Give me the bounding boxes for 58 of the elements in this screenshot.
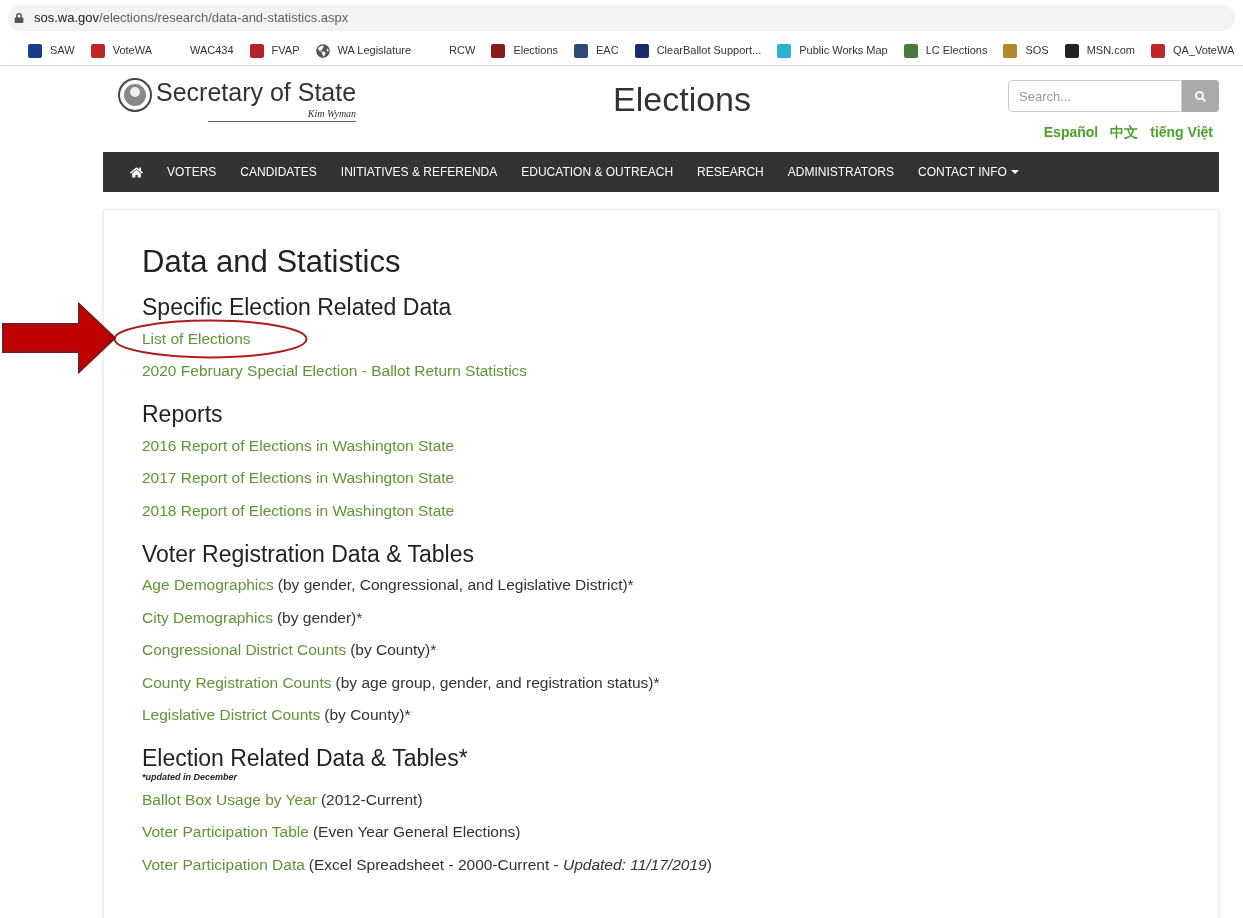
lock-icon (14, 13, 24, 23)
bookmark[interactable]: WA Legislature (315, 42, 412, 59)
section-heading: Voter Registration Data & Tables (142, 539, 475, 569)
home-icon[interactable] (130, 165, 143, 179)
data-link[interactable]: 2016 Report of Elections in Washington State (142, 433, 455, 457)
bookmark[interactable]: RCW (427, 42, 476, 59)
address-bar[interactable]: sos.wa.gov/elections/research/data-and-statistics.aspx (8, 5, 1235, 31)
link-description: (by gender, Congressional, and Legislative District)* (277, 575, 634, 596)
bookmark[interactable]: SOS (1003, 42, 1049, 59)
link-description: (by County)* (324, 705, 411, 726)
data-link[interactable]: Voter Participation Data (142, 852, 305, 876)
signature-text: Kim Wyman (207, 106, 357, 122)
data-link[interactable]: County Registration Counts (142, 670, 332, 694)
bookmark[interactable]: Public Works Map (777, 42, 888, 59)
data-link[interactable]: City Demographics (142, 605, 273, 629)
search-field[interactable]: Search... (1008, 80, 1182, 112)
seal-icon (118, 78, 152, 112)
section-heading: Election Related Data & Tables* (142, 744, 469, 773)
page-title: Data and Statistics (142, 243, 402, 281)
link-description: (Even Year General Elections) (312, 822, 521, 843)
bookmark[interactable]: EAC (574, 42, 619, 59)
link-description: (by County)* (350, 640, 437, 661)
bookmark[interactable]: ClearBallot Support... (634, 42, 762, 59)
nav-link[interactable]: EDUCATION & OUTREACH (521, 163, 674, 181)
nav-link[interactable]: INITIATIVES & REFERENDA (340, 163, 498, 181)
link-description: (by gender)* (276, 607, 363, 628)
bookmark[interactable]: MSN.com (1064, 42, 1135, 59)
data-link[interactable]: 2017 Report of Elections in Washington State (142, 466, 455, 490)
bookmark[interactable]: LC Elections (903, 42, 988, 59)
nav-link[interactable]: CANDIDATES (240, 163, 317, 181)
site-title: Elections (613, 79, 752, 120)
note-text: *updated in December (142, 771, 239, 783)
nav-link[interactable]: RESEARCH (697, 163, 764, 181)
url-text: sos.wa.gov/elections/research/data-and-statistics.aspx (34, 9, 349, 28)
data-link[interactable]: Legislative District Counts (142, 703, 321, 727)
bookmark[interactable]: SAW (28, 42, 75, 59)
section-heading: Specific Election Related Data (142, 293, 453, 322)
nav-link[interactable]: VOTERS (167, 163, 217, 181)
bookmark[interactable]: QA_VoteWA (1150, 42, 1235, 59)
data-link[interactable]: 2018 Report of Elections in Washington State (142, 498, 455, 522)
link-description: (Excel Spreadsheet - 2000-Current - Updated: 11/17/2019) (308, 854, 712, 875)
data-link[interactable]: Voter Participation Table (142, 820, 309, 844)
link-description: (2012-Current) (320, 789, 423, 810)
data-link[interactable]: Congressional District Counts (142, 638, 347, 662)
section-heading: Reports (142, 400, 224, 429)
data-link[interactable]: Age Demographics (142, 573, 274, 597)
data-link[interactable]: 2020 February Special Election - Ballot Return Statistics (142, 359, 528, 383)
link-description: (by age group, gender, and registration status)* (335, 672, 660, 693)
data-link[interactable]: Ballot Box Usage by Year (142, 787, 317, 811)
search-icon (1195, 90, 1206, 102)
bookmark[interactable]: VoteWA (90, 42, 152, 59)
bookmark[interactable]: WAC434 (168, 42, 234, 59)
bookmark[interactable]: Elections (491, 42, 559, 59)
logo[interactable]: Secretary of State Kim Wyman (118, 78, 357, 122)
nav-link[interactable]: CONTACT INFO (918, 163, 1019, 181)
bookmark[interactable]: FVAP (249, 42, 300, 59)
nav-link[interactable]: ADMINISTRATORS (787, 163, 894, 181)
logo-text: Secretary of State (156, 78, 357, 106)
